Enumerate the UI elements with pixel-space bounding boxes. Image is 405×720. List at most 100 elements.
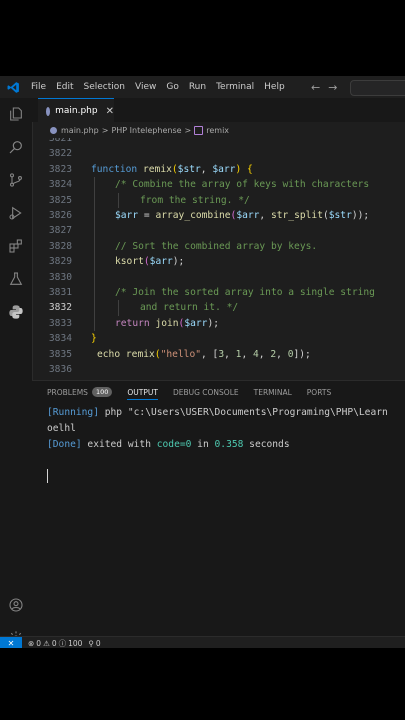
status-ports[interactable]: ⚲ 0	[88, 639, 100, 648]
menu-go[interactable]: Go	[161, 82, 183, 92]
tab-main-php[interactable]: main.php ✕	[38, 98, 114, 123]
running-tag: [Running]	[47, 407, 99, 418]
line-number: 3823	[48, 163, 72, 175]
tab-debug-console[interactable]: DEBUG CONSOLE	[173, 381, 239, 403]
close-icon[interactable]: ✕	[106, 106, 114, 117]
breadcrumb-separator: >	[101, 125, 109, 135]
comment: /* Combine the array of keys with charac…	[115, 179, 370, 191]
search-icon[interactable]	[6, 137, 26, 157]
code-line: 3835 echo remix("hello", [3, 1, 4, 2, 0])…	[32, 347, 405, 362]
command-center[interactable]	[350, 80, 405, 96]
line-number: 3827	[48, 225, 72, 237]
breadcrumb-section[interactable]: PHP Intelephense	[111, 126, 181, 135]
comment: and return it. */	[140, 302, 239, 314]
menu-run[interactable]: Run	[184, 82, 211, 92]
comment: from the string. */	[140, 194, 250, 206]
code-line: 3827	[32, 223, 405, 239]
warning-icon: ⚠	[43, 638, 50, 648]
navigation-controls: ← →	[311, 76, 337, 98]
variable: $str	[177, 163, 201, 175]
ports-count: 0	[95, 638, 101, 648]
python-icon[interactable]	[6, 302, 26, 322]
code-line: 3822	[32, 146, 405, 161]
code-line: 3824 /* Combine the array of keys with ch…	[32, 177, 405, 193]
variable: $str	[328, 210, 352, 221]
remote-indicator-icon[interactable]: ✕	[0, 637, 22, 648]
done-text: in	[191, 439, 215, 450]
punctuation: );	[207, 317, 219, 329]
breadcrumb-file[interactable]: main.php	[61, 126, 99, 135]
function-name: remix	[125, 348, 155, 360]
line-number: 3826	[48, 210, 72, 221]
done-tag: [Done]	[47, 439, 82, 450]
code-line: 3825 from the string. */	[32, 192, 405, 208]
code-line: 3826 $arr = array_combine($arr, str_split…	[32, 208, 405, 224]
line-number: 3829	[48, 256, 72, 268]
menu-file[interactable]: File	[26, 82, 51, 92]
bracket: )	[235, 163, 242, 175]
testing-flask-icon[interactable]	[6, 269, 26, 289]
code-editor[interactable]: 3821 3822 3823 function remix($str, $arr)…	[32, 138, 405, 380]
tab-label: TERMINAL	[253, 387, 292, 397]
text-cursor	[47, 469, 48, 483]
variable: $arr	[184, 317, 208, 329]
bottom-panel: PROBLEMS 100 OUTPUT DEBUG CONSOLE TERMINA…	[32, 380, 405, 637]
extensions-icon[interactable]	[6, 236, 26, 256]
forward-arrow-icon[interactable]: →	[328, 81, 337, 94]
punctuation: ,	[200, 163, 213, 175]
comment: /* Join the sorted array into a single s…	[115, 287, 375, 298]
menu-terminal[interactable]: Terminal	[211, 82, 259, 92]
problems-count-badge: 100	[91, 387, 113, 397]
keyword: return	[115, 317, 150, 329]
vscode-logo-icon	[6, 80, 20, 94]
line-number: 3828	[48, 240, 72, 252]
breadcrumb-symbol[interactable]: remix	[206, 126, 229, 135]
line-number: 3824	[48, 179, 72, 191]
account-icon[interactable]	[6, 595, 26, 615]
tab-ports[interactable]: PORTS	[307, 381, 331, 403]
code-line: 3821	[32, 138, 405, 146]
tab-problems[interactable]: PROBLEMS 100	[47, 381, 113, 403]
menu-help[interactable]: Help	[259, 82, 290, 92]
menu-bar: File Edit Selection View Go Run Terminal…	[0, 76, 405, 98]
tab-label: PORTS	[306, 387, 332, 397]
info-count: 100	[68, 638, 83, 648]
variable: $arr	[115, 210, 139, 221]
string: "hello"	[160, 348, 201, 360]
menu-edit[interactable]: Edit	[51, 82, 78, 92]
done-text: exited with	[81, 439, 157, 450]
status-problems[interactable]: ⊗ 0 ⚠ 0 ⓘ 100	[28, 638, 82, 649]
code-line: 3836	[32, 362, 405, 377]
output-running-line: [Running] php "c:\Users\USER\Documents\P…	[47, 407, 388, 418]
menu-view[interactable]: View	[130, 82, 161, 92]
tab-label: DEBUG CONSOLE	[172, 387, 239, 397]
line-number: 3830	[48, 271, 72, 283]
code-line-current: 3832 and return it. */	[32, 300, 405, 316]
function-name: join	[155, 317, 179, 329]
run-debug-icon[interactable]	[6, 203, 26, 223]
bracket: {	[247, 163, 253, 175]
comment: // Sort the combined array by keys.	[115, 240, 318, 252]
program-output: oelhl	[47, 423, 76, 434]
tab-terminal[interactable]: TERMINAL	[254, 381, 292, 403]
variable: $arr	[212, 163, 236, 175]
code-line: 3828 // Sort the combined array by keys.	[32, 238, 405, 255]
tab-output[interactable]: OUTPUT	[127, 381, 158, 403]
php-file-icon	[50, 126, 57, 134]
line-number: 3834	[48, 333, 72, 345]
code-line: 3833 return join($arr);	[32, 315, 405, 332]
line-number: 3832	[48, 302, 72, 314]
back-arrow-icon[interactable]: ←	[311, 81, 320, 94]
explorer-icon[interactable]	[6, 104, 26, 124]
line-number: 3835	[48, 348, 72, 360]
punctuation: ));	[351, 210, 370, 221]
line-number: 3822	[48, 148, 72, 160]
source-control-icon[interactable]	[6, 170, 26, 190]
tab-label: PROBLEMS	[47, 387, 88, 397]
menu-selection[interactable]: Selection	[79, 82, 130, 92]
done-text: seconds	[243, 439, 290, 450]
bracket: }	[91, 333, 97, 345]
code-line: 3823 function remix($str, $arr) {	[32, 162, 405, 177]
line-number: 3825	[48, 194, 72, 206]
line-number: 3836	[48, 364, 72, 375]
